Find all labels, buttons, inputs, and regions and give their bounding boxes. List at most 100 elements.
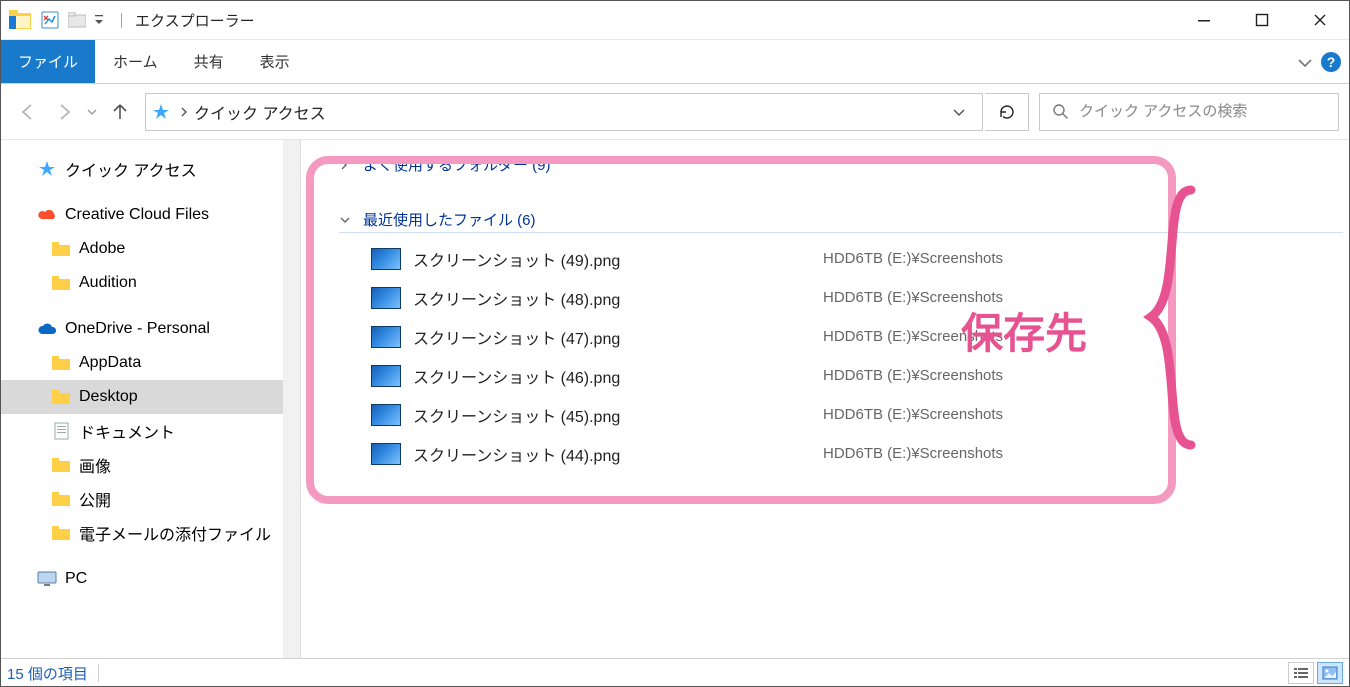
file-name: スクリーンショット (45).png (413, 403, 823, 427)
tree-label: 画像 (79, 453, 111, 477)
navigation-pane: クイック アクセス Creative Cloud Files Adobe Aud… (1, 140, 301, 658)
qat-newfolder-icon[interactable] (65, 8, 89, 32)
tree-onedrive[interactable]: OneDrive - Personal (1, 312, 300, 346)
file-name: スクリーンショット (46).png (413, 364, 823, 388)
tree-documents[interactable]: ドキュメント (1, 414, 300, 448)
breadcrumb-location[interactable]: クイック アクセス (194, 100, 326, 124)
tree-label: クイック アクセス (65, 157, 197, 181)
tree-creative-cloud[interactable]: Creative Cloud Files (1, 198, 300, 232)
folder-icon (51, 387, 71, 407)
status-text: 15 個の項目 (7, 663, 88, 684)
group-recent-header[interactable]: 最近使用したファイル (6) (339, 205, 1343, 233)
file-thumbnail-icon (371, 326, 401, 348)
tree-label: AppData (79, 354, 141, 372)
title-separator: ｜ (114, 10, 129, 31)
file-thumbnail-icon (371, 287, 401, 309)
file-thumbnail-icon (371, 365, 401, 387)
qat-dropdown-icon[interactable] (92, 8, 106, 32)
tree-pc[interactable]: PC (1, 562, 300, 596)
file-row[interactable]: スクリーンショット (45).pngHDD6TB (E:)¥Screenshot… (327, 395, 1343, 434)
tree-label: Audition (79, 274, 137, 292)
ribbon-expand-icon[interactable] (1297, 56, 1313, 68)
search-input[interactable] (1079, 103, 1326, 120)
file-name: スクリーンショット (48).png (413, 286, 823, 310)
file-row[interactable]: スクリーンショット (47).pngHDD6TB (E:)¥Screenshot… (327, 317, 1343, 356)
tree-label: PC (65, 570, 87, 588)
group-frequent-label: よく使用するフォルダー (9) (363, 154, 551, 175)
tree-audition[interactable]: Audition (1, 266, 300, 300)
file-thumbnail-icon (371, 248, 401, 270)
minimize-button[interactable] (1175, 1, 1233, 40)
window-title: エクスプローラー (135, 10, 255, 31)
view-details-button[interactable] (1288, 662, 1314, 684)
address-bar[interactable]: クイック アクセス (145, 93, 983, 131)
back-button[interactable] (11, 95, 45, 129)
quick-access-star-icon (152, 103, 170, 121)
navigation-bar: クイック アクセス (1, 84, 1349, 140)
document-icon (51, 421, 71, 441)
tree-pictures[interactable]: 画像 (1, 448, 300, 482)
history-dropdown-icon[interactable] (83, 95, 101, 129)
file-thumbnail-icon (371, 404, 401, 426)
ribbon: ファイル ホーム 共有 表示 ? (1, 40, 1349, 84)
maximize-button[interactable] (1233, 1, 1291, 40)
address-dropdown-icon[interactable] (942, 107, 976, 117)
file-row[interactable]: スクリーンショット (46).pngHDD6TB (E:)¥Screenshot… (327, 356, 1343, 395)
file-row[interactable]: スクリーンショット (44).pngHDD6TB (E:)¥Screenshot… (327, 434, 1343, 473)
file-thumbnail-icon (371, 443, 401, 465)
up-button[interactable] (103, 95, 137, 129)
tab-file[interactable]: ファイル (1, 40, 95, 83)
view-thumbnails-button[interactable] (1317, 662, 1343, 684)
refresh-button[interactable] (985, 93, 1029, 131)
star-icon (37, 159, 57, 179)
tree-adobe[interactable]: Adobe (1, 232, 300, 266)
folder-icon (51, 523, 71, 543)
tree-label: 電子メールの添付ファイル (79, 521, 271, 545)
chevron-right-icon (339, 159, 355, 171)
search-box[interactable] (1039, 93, 1339, 131)
explorer-icon (5, 7, 35, 33)
file-location: HDD6TB (E:)¥Screenshots (823, 406, 1003, 423)
forward-button[interactable] (47, 95, 81, 129)
breadcrumb-sep-icon[interactable] (180, 106, 188, 118)
tree-quick-access[interactable]: クイック アクセス (1, 152, 300, 186)
file-location: HDD6TB (E:)¥Screenshots (823, 289, 1003, 306)
tree-public[interactable]: 公開 (1, 482, 300, 516)
chevron-down-icon (339, 215, 355, 225)
file-location: HDD6TB (E:)¥Screenshots (823, 250, 1003, 267)
tab-home[interactable]: ホーム (95, 40, 176, 83)
tree-desktop[interactable]: Desktop (1, 380, 300, 414)
status-bar: 15 個の項目 (1, 658, 1349, 687)
tree-label: 公開 (79, 487, 111, 511)
tree-label: OneDrive - Personal (65, 320, 210, 338)
tree-label: Desktop (79, 388, 138, 406)
onedrive-icon (37, 319, 57, 339)
tab-view[interactable]: 表示 (242, 40, 308, 83)
scrollbar-thumb[interactable] (284, 142, 299, 170)
group-recent-label: 最近使用したファイル (6) (363, 209, 536, 230)
tree-appdata[interactable]: AppData (1, 346, 300, 380)
tab-share[interactable]: 共有 (176, 40, 242, 83)
help-icon[interactable]: ? (1321, 52, 1341, 72)
folder-icon (51, 273, 71, 293)
file-location: HDD6TB (E:)¥Screenshots (823, 367, 1003, 384)
file-row[interactable]: スクリーンショット (49).pngHDD6TB (E:)¥Screenshot… (327, 239, 1343, 278)
close-button[interactable] (1291, 1, 1349, 40)
file-name: スクリーンショット (49).png (413, 247, 823, 271)
tree-label: ドキュメント (79, 419, 175, 443)
tree-label: Adobe (79, 240, 125, 258)
titlebar: ｜ エクスプローラー (1, 1, 1349, 40)
group-frequent-header[interactable]: よく使用するフォルダー (9) (339, 150, 1343, 179)
tree-label: Creative Cloud Files (65, 206, 209, 224)
file-location: HDD6TB (E:)¥Screenshots (823, 328, 1003, 345)
pc-icon (37, 569, 57, 589)
creative-cloud-icon (37, 205, 57, 225)
folder-icon (51, 239, 71, 259)
file-location: HDD6TB (E:)¥Screenshots (823, 445, 1003, 462)
file-name: スクリーンショット (47).png (413, 325, 823, 349)
content-pane: よく使用するフォルダー (9) 最近使用したファイル (6) スクリーンショット… (301, 140, 1349, 658)
folder-icon (51, 489, 71, 509)
file-row[interactable]: スクリーンショット (48).pngHDD6TB (E:)¥Screenshot… (327, 278, 1343, 317)
tree-email-attach[interactable]: 電子メールの添付ファイル (1, 516, 300, 550)
qat-properties-icon[interactable] (38, 8, 62, 32)
